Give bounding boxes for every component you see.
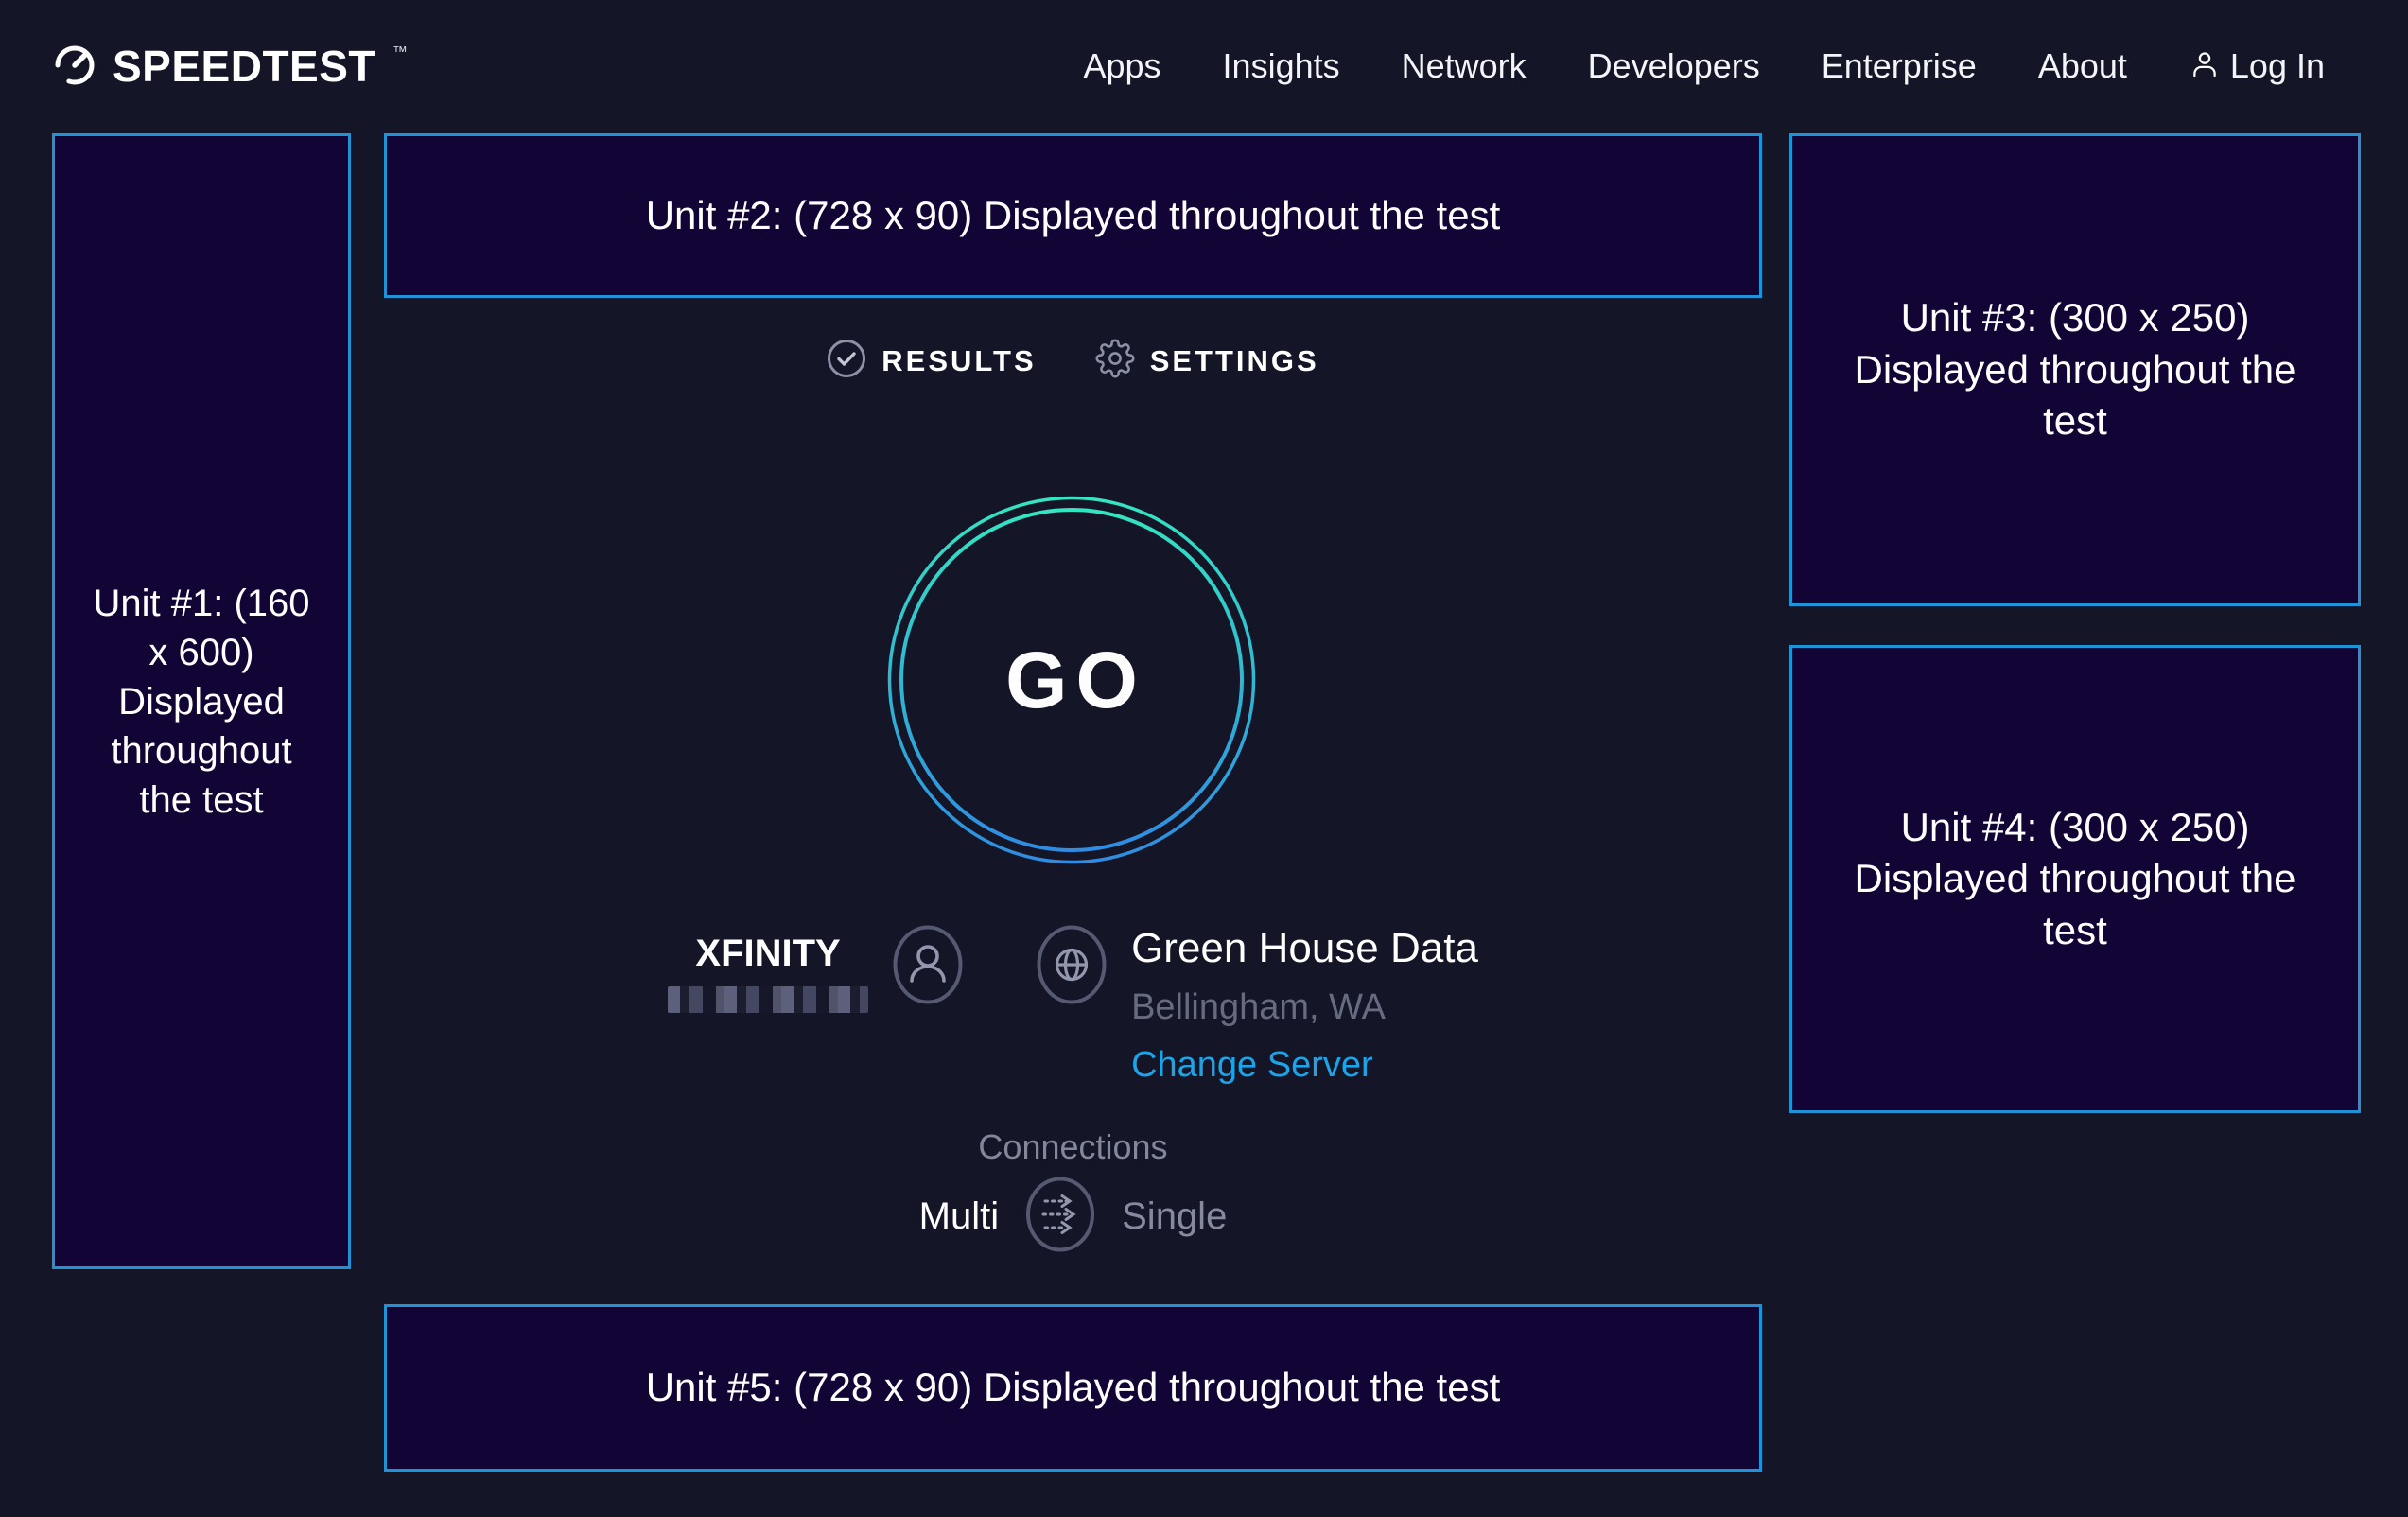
top-nav-bar: SPEEDTEST ™ Apps Insights Network Develo… bbox=[0, 0, 2408, 132]
ad-unit-5[interactable]: Unit #5: (728 x 90) Displayed throughout… bbox=[384, 1304, 1762, 1472]
connections-mode-single[interactable]: Single bbox=[1122, 1195, 1227, 1238]
ad-unit-2-text: Unit #2: (728 x 90) Displayed throughout… bbox=[646, 190, 1501, 242]
ad-unit-2[interactable]: Unit #2: (728 x 90) Displayed throughout… bbox=[384, 133, 1762, 298]
connection-info-row: XFINITY Green Hous bbox=[384, 925, 1762, 1086]
speedtest-page: SPEEDTEST ™ Apps Insights Network Develo… bbox=[0, 0, 2408, 1517]
ad-unit-4-text: Unit #4: (300 x 250) Displayed throughou… bbox=[1848, 802, 2302, 957]
tab-settings-label: SETTINGS bbox=[1150, 344, 1319, 378]
globe-oval-icon bbox=[1037, 925, 1107, 1009]
ad-unit-3-text: Unit #3: (300 x 250) Displayed throughou… bbox=[1848, 292, 2302, 447]
connections-toggle-row: Multi Single bbox=[384, 1177, 1762, 1257]
isp-name-link[interactable]: XFINITY bbox=[695, 933, 840, 975]
connections-label: Connections bbox=[384, 1127, 1762, 1167]
gauge-icon bbox=[52, 42, 97, 92]
nav-menu: Apps Insights Network Developers Enterpr… bbox=[1083, 46, 2325, 86]
nav-item-developers[interactable]: Developers bbox=[1588, 46, 1760, 86]
server-name: Green House Data bbox=[1131, 925, 1478, 972]
person-icon bbox=[2189, 48, 2221, 85]
login-button[interactable]: Log In bbox=[2189, 46, 2325, 86]
nav-item-insights[interactable]: Insights bbox=[1223, 46, 1340, 86]
person-oval-icon bbox=[893, 925, 963, 1009]
gear-icon bbox=[1095, 339, 1135, 383]
check-circle-icon bbox=[827, 339, 866, 383]
brand-trademark: ™ bbox=[393, 44, 408, 61]
tab-results-label: RESULTS bbox=[881, 344, 1036, 378]
redacted-ip-text bbox=[668, 986, 868, 1013]
tab-settings[interactable]: SETTINGS bbox=[1095, 339, 1319, 383]
results-settings-tabs: RESULTS SETTINGS bbox=[384, 339, 1762, 383]
ad-unit-3[interactable]: Unit #3: (300 x 250) Displayed throughou… bbox=[1789, 133, 2361, 606]
go-button[interactable]: GO bbox=[887, 496, 1256, 864]
nav-item-apps[interactable]: Apps bbox=[1083, 46, 1160, 86]
change-server-link[interactable]: Change Server bbox=[1131, 1045, 1478, 1086]
server-location: Bellingham, WA bbox=[1131, 987, 1478, 1028]
isp-info: XFINITY bbox=[668, 925, 963, 1013]
nav-item-about[interactable]: About bbox=[2038, 46, 2127, 86]
ad-unit-5-text: Unit #5: (728 x 90) Displayed throughout… bbox=[646, 1362, 1501, 1414]
login-label: Log In bbox=[2230, 46, 2325, 86]
ad-unit-1-text: Unit #1: (160 x 600) Displayed throughou… bbox=[92, 579, 311, 825]
nav-item-network[interactable]: Network bbox=[1402, 46, 1527, 86]
multi-arrows-icon[interactable] bbox=[1025, 1177, 1095, 1257]
tab-results[interactable]: RESULTS bbox=[827, 339, 1036, 383]
server-info: Green House Data Bellingham, WA Change S… bbox=[1037, 925, 1478, 1086]
ad-unit-1[interactable]: Unit #1: (160 x 600) Displayed throughou… bbox=[52, 133, 351, 1269]
nav-item-enterprise[interactable]: Enterprise bbox=[1822, 46, 1977, 86]
ad-unit-4[interactable]: Unit #4: (300 x 250) Displayed throughou… bbox=[1789, 645, 2361, 1113]
speedtest-logo[interactable]: SPEEDTEST ™ bbox=[52, 41, 406, 92]
connections-mode-multi[interactable]: Multi bbox=[919, 1195, 999, 1238]
brand-name: SPEEDTEST bbox=[113, 41, 375, 92]
go-button-label: GO bbox=[887, 496, 1256, 864]
